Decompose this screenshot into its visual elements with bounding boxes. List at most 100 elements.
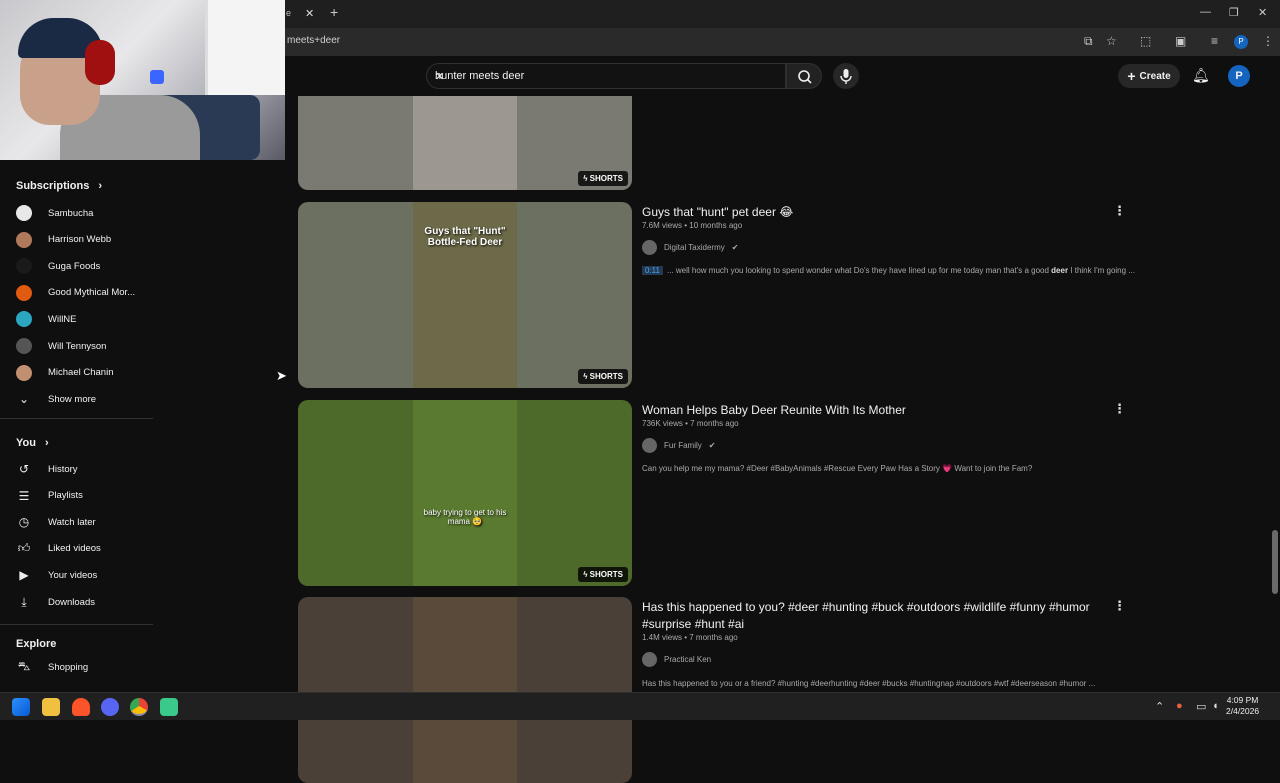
video-snippet: Can you help me my mama? #Deer #BabyAnim… <box>642 464 1142 473</box>
channel-avatar <box>16 311 32 328</box>
file-explorer-icon[interactable] <box>42 698 60 716</box>
mic-tray-icon[interactable]: ● <box>1176 700 1183 712</box>
voice-search-button[interactable] <box>833 63 859 89</box>
bookmark-star-icon[interactable]: ☆ <box>1106 34 1117 48</box>
account-avatar[interactable]: P <box>1228 65 1250 87</box>
subscription-item[interactable]: Harrison Webb <box>16 229 156 251</box>
volume-icon[interactable]: ◖ <box>1212 700 1219 712</box>
subscription-label: Guga Foods <box>48 260 101 272</box>
notifications-bell-icon[interactable]: 🔔︎ <box>1192 67 1210 84</box>
shorts-badge: ϟ SHORTS <box>578 567 628 582</box>
chrome-menu-icon[interactable]: ⋮ <box>1262 34 1274 48</box>
subscription-label: Sambucha <box>48 207 94 219</box>
chevron-right-icon: › <box>98 180 103 192</box>
subscription-item[interactable]: Michael Chanin <box>16 362 156 384</box>
channel-avatar <box>16 231 32 248</box>
tab-search-icon[interactable]: ▣ <box>1175 34 1186 48</box>
channel-avatar <box>16 258 32 275</box>
nav-item-history[interactable]: ↺ History <box>16 458 156 480</box>
video-thumbnail[interactable] <box>298 597 632 783</box>
sidebar: Subscriptions › Sambucha Harrison Webb Gug… <box>0 160 285 692</box>
subscriptions-heading-label: Subscriptions <box>16 180 90 192</box>
windows-taskbar: ⌃ ● ▭ ◖ 4:09 PM 2/4/2026 <box>0 692 1280 720</box>
snippet-text: ... well how much you looking to spend w… <box>666 266 1052 275</box>
nav-item-playlists[interactable]: ☰ Playlists <box>16 485 156 507</box>
subscription-item[interactable]: Good Mythical Mor... <box>16 282 156 304</box>
windows-start-icon[interactable] <box>12 698 30 716</box>
snippet-timestamp[interactable]: 0:11 <box>642 266 663 275</box>
shorts-badge: ϟ SHORTS <box>578 369 628 384</box>
profile-icon[interactable]: P <box>1234 35 1248 49</box>
system-clock[interactable]: 4:09 PM 2/4/2026 <box>1226 695 1259 717</box>
you-heading[interactable]: You › <box>16 437 49 449</box>
mic-icon <box>840 69 852 84</box>
tab-close-icon[interactable]: ✕ <box>305 7 314 20</box>
discord-icon[interactable] <box>101 698 119 716</box>
tray-chevron-icon[interactable]: ⌃ <box>1155 700 1164 713</box>
shopping-bag-icon: ⛍ <box>17 659 31 673</box>
app-icon[interactable] <box>160 698 178 716</box>
video-views-date: 7.6M views • 10 months ago <box>642 221 743 230</box>
video-views-date: 1.4M views • 7 months ago <box>642 633 738 642</box>
nav-item-watch-later[interactable]: ◷ Watch later <box>16 511 156 533</box>
tab-title[interactable]: e <box>286 8 291 18</box>
close-window-icon[interactable]: ✕ <box>1258 6 1267 19</box>
channel-link[interactable]: Practical Ken <box>642 652 711 667</box>
create-button[interactable]: + Create <box>1118 64 1180 88</box>
video-views-date: 736K views • 7 months ago <box>642 419 739 428</box>
video-title[interactable]: Woman Helps Baby Deer Reunite With Its M… <box>642 402 1112 419</box>
channel-name: Fur Family <box>664 441 702 450</box>
extensions-icon[interactable]: ⬚ <box>1140 34 1151 48</box>
snippet-text: Has this happened to you or a friend? #h… <box>642 679 1096 688</box>
clock-date: 2/4/2026 <box>1226 706 1260 716</box>
shorts-badge: ϟ SHORTS <box>578 171 628 186</box>
more-actions-icon[interactable]: ⋮ <box>1113 598 1126 614</box>
channel-avatar <box>16 364 32 381</box>
nav-item-downloads[interactable]: ⤓ Downloads <box>16 591 156 613</box>
subscription-item[interactable]: Guga Foods <box>16 255 156 277</box>
video-thumbnail[interactable]: Guys that "Hunt" Bottle-Fed Deer ϟ SHORTS <box>298 202 632 388</box>
url-text[interactable]: meets+deer <box>287 35 340 46</box>
subscription-label: Will Tennyson <box>48 340 107 352</box>
search-button[interactable] <box>786 63 822 89</box>
create-label: Create <box>1139 70 1171 82</box>
video-result[interactable]: Has this happened to you? #deer #hunting… <box>298 597 1128 783</box>
nav-item-label: History <box>48 463 78 475</box>
subscription-item[interactable]: Sambucha <box>16 202 156 224</box>
search-input[interactable]: hunter meets deer ✕ <box>426 63 786 89</box>
channel-name: Digital Taxidermy <box>664 243 725 252</box>
new-tab-button[interactable]: + <box>330 4 338 20</box>
show-more-button[interactable]: ⌄ Show more <box>16 388 156 410</box>
minimize-icon[interactable]: — <box>1200 6 1211 18</box>
video-thumbnail[interactable]: baby trying to get to his mama 🥺 ϟ SHORTS <box>298 400 632 586</box>
more-actions-icon[interactable]: ⋮ <box>1113 203 1126 219</box>
brave-browser-icon[interactable] <box>72 698 90 716</box>
more-actions-icon[interactable]: ⋮ <box>1113 401 1126 417</box>
network-icon[interactable]: ▭ <box>1196 700 1206 713</box>
video-result[interactable]: Guys that "Hunt" Bottle-Fed Deer ϟ SHORTS… <box>298 202 1135 388</box>
nav-item-shopping[interactable]: ⛍ Shopping <box>16 656 156 678</box>
restore-icon[interactable]: ❐ <box>1229 6 1239 19</box>
channel-link[interactable]: Fur Family ✔ <box>642 438 715 453</box>
clear-search-icon[interactable]: ✕ <box>435 70 777 83</box>
channel-link[interactable]: Digital Taxidermy ✔ <box>642 240 738 255</box>
snippet-text: Can you help me my mama? #Deer #BabyAnim… <box>642 464 1033 473</box>
subscription-item[interactable]: Will Tennyson <box>16 335 156 357</box>
video-title[interactable]: Has this happened to you? #deer #hunting… <box>642 599 1112 633</box>
thumbnail-caption: baby trying to get to his mama 🥺 <box>423 508 507 526</box>
chrome-icon[interactable] <box>130 698 148 716</box>
video-result[interactable]: baby trying to get to his mama 🥺 ϟ SHORTS… <box>298 400 1128 586</box>
page-scrollbar[interactable] <box>1270 56 1280 692</box>
scrollbar-thumb[interactable] <box>1272 530 1278 594</box>
shorts-badge-label: SHORTS <box>589 570 623 579</box>
nav-item-liked-videos[interactable]: 👍︎ Liked videos <box>16 538 156 560</box>
subscriptions-heading[interactable]: Subscriptions › <box>16 180 102 192</box>
subscription-item[interactable]: WillNE <box>16 308 156 330</box>
media-icon[interactable]: ≡ <box>1211 34 1218 48</box>
snippet-text: I think I'm going ... <box>1068 266 1135 275</box>
video-title[interactable]: Guys that "hunt" pet deer 😂 <box>642 204 1112 221</box>
subscription-label: Harrison Webb <box>48 234 112 246</box>
nav-item-your-videos[interactable]: ▶ Your videos <box>16 564 156 586</box>
you-heading-label: You <box>16 437 36 449</box>
install-app-icon[interactable]: ⧉ <box>1084 34 1093 49</box>
